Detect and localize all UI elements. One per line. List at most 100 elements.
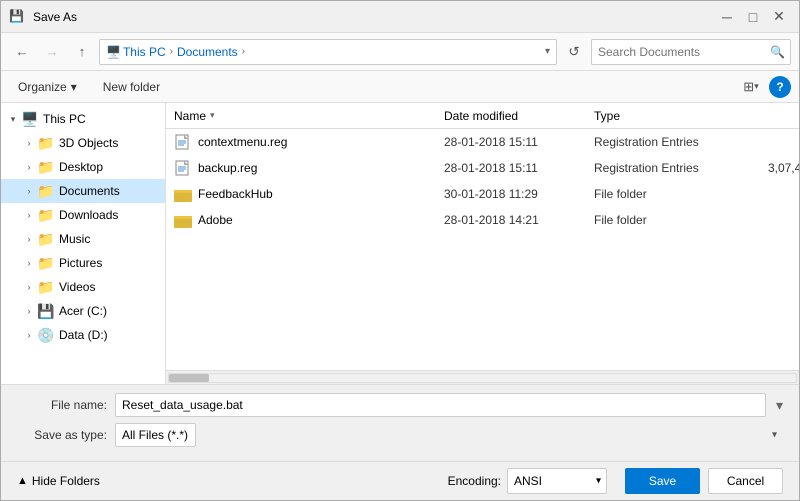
form-section: File name: ▾ Save as type: All Files (*.… — [1, 384, 799, 461]
help-button[interactable]: ? — [769, 76, 791, 98]
hide-folders-icon: ▲ — [17, 475, 28, 487]
col-header-size[interactable]: Size — [754, 109, 799, 123]
minimize-button[interactable]: ─ — [715, 7, 739, 27]
sidebar-label-pictures: Pictures — [59, 256, 102, 270]
encoding-select[interactable]: ANSI — [507, 468, 607, 494]
encoding-select-wrapper: ANSI ▾ — [507, 468, 607, 494]
organize-dropdown-icon: ▾ — [71, 80, 77, 94]
breadcrumb[interactable]: 🖥️ This PC › Documents › ▾ — [99, 39, 557, 65]
sidebar-item-documents[interactable]: › 📁 Documents — [1, 179, 165, 203]
sidebar-label-desktop: Desktop — [59, 160, 103, 174]
filename-input[interactable] — [115, 393, 766, 417]
file-icon — [174, 211, 192, 229]
toggle-this-pc: ▾ — [5, 111, 21, 127]
save-button[interactable]: Save — [625, 468, 700, 494]
file-type: Registration Entries — [594, 161, 754, 175]
sidebar: ▾ 🖥️ This PC › 📁 3D Objects › 📁 Desktop … — [1, 103, 166, 384]
search-icon: 🔍 — [770, 45, 785, 59]
filename-row: File name: ▾ — [17, 393, 783, 417]
hide-folders-button[interactable]: ▲ Hide Folders — [17, 474, 100, 488]
sidebar-item-downloads[interactable]: › 📁 Downloads — [1, 203, 165, 227]
hide-folders-label: Hide Folders — [32, 474, 100, 488]
back-button[interactable]: ← — [9, 39, 35, 65]
breadcrumb-dropdown-icon: ▾ — [545, 46, 550, 57]
col-header-name[interactable]: Name ▾ — [174, 109, 444, 123]
dialog-icon: 💾 — [9, 9, 25, 25]
file-name: Adobe — [198, 213, 233, 227]
file-name: FeedbackHub — [198, 187, 273, 201]
sidebar-item-desktop[interactable]: › 📁 Desktop — [1, 155, 165, 179]
sidebar-label-videos: Videos — [59, 280, 95, 294]
help-icon: ? — [776, 80, 783, 94]
sidebar-item-videos[interactable]: › 📁 Videos — [1, 275, 165, 299]
file-name-cell: backup.reg — [174, 159, 444, 177]
file-icon — [174, 159, 192, 177]
file-date: 28-01-2018 14:21 — [444, 213, 594, 227]
cancel-button[interactable]: Cancel — [708, 468, 783, 494]
savetype-row: Save as type: All Files (*.*) ▾ — [17, 423, 783, 447]
savetype-select[interactable]: All Files (*.*) — [115, 423, 196, 447]
toggle-acer-c: › — [21, 303, 37, 319]
refresh-button[interactable]: ↺ — [561, 39, 587, 65]
sidebar-label-documents: Documents — [59, 184, 120, 198]
sidebar-item-pictures[interactable]: › 📁 Pictures — [1, 251, 165, 275]
file-size: 3,07,432 KB — [754, 161, 799, 175]
table-row[interactable]: contextmenu.reg 28-01-2018 15:11 Registr… — [166, 129, 799, 155]
folder-videos-icon: 📁 — [37, 278, 55, 296]
file-icon — [174, 185, 192, 203]
col-header-type[interactable]: Type — [594, 109, 754, 123]
table-row[interactable]: backup.reg 28-01-2018 15:11 Registration… — [166, 155, 799, 181]
new-folder-button[interactable]: New folder — [94, 76, 169, 98]
file-date: 30-01-2018 11:29 — [444, 187, 594, 201]
new-folder-label: New folder — [103, 80, 160, 94]
drive-data-icon: 💿 — [37, 326, 55, 344]
toggle-pictures: › — [21, 255, 37, 271]
sidebar-label-music: Music — [59, 232, 90, 246]
toggle-downloads: › — [21, 207, 37, 223]
folder-3d-icon: 📁 — [37, 134, 55, 152]
save-as-dialog: 💾 Save As ─ □ ✕ ← → ↑ 🖥️ This PC › Docum… — [0, 0, 800, 501]
filename-label: File name: — [17, 398, 107, 412]
table-row[interactable]: Adobe 28-01-2018 14:21 File folder — [166, 207, 799, 233]
table-row[interactable]: FeedbackHub 30-01-2018 11:29 File folder — [166, 181, 799, 207]
folder-documents-icon: 📁 — [37, 182, 55, 200]
sidebar-item-3d-objects[interactable]: › 📁 3D Objects — [1, 131, 165, 155]
col-header-date[interactable]: Date modified — [444, 109, 594, 123]
horizontal-scrollbar[interactable] — [166, 370, 799, 384]
savetype-wrapper: All Files (*.*) ▾ — [115, 423, 783, 447]
drive-acer-icon: 💾 — [37, 302, 55, 320]
sidebar-item-music[interactable]: › 📁 Music — [1, 227, 165, 251]
file-date: 28-01-2018 15:11 — [444, 161, 594, 175]
maximize-button[interactable]: □ — [741, 7, 765, 27]
organize-button[interactable]: Organize ▾ — [9, 76, 86, 98]
forward-button[interactable]: → — [39, 39, 65, 65]
sidebar-label-this-pc: This PC — [43, 112, 86, 126]
view-icon: ⊞ — [743, 79, 754, 95]
sidebar-item-data-d[interactable]: › 💿 Data (D:) — [1, 323, 165, 347]
folder-music-icon: 📁 — [37, 230, 55, 248]
sidebar-label-acer-c: Acer (C:) — [59, 304, 107, 318]
file-icon — [174, 133, 192, 151]
file-size: 2 KB — [754, 135, 799, 149]
scrollbar-h-thumb — [169, 374, 209, 382]
column-headers: Name ▾ Date modified Type Size — [166, 103, 799, 129]
toolbar: Organize ▾ New folder ⊞ ▾ ? — [1, 71, 799, 103]
search-input[interactable] — [591, 39, 791, 65]
file-name: backup.reg — [198, 161, 257, 175]
toggle-3d-objects: › — [21, 135, 37, 151]
view-button[interactable]: ⊞ ▾ — [737, 75, 765, 99]
sidebar-item-this-pc[interactable]: ▾ 🖥️ This PC — [1, 107, 165, 131]
breadcrumb-this-pc[interactable]: 🖥️ This PC — [106, 45, 166, 59]
toggle-videos: › — [21, 279, 37, 295]
close-button[interactable]: ✕ — [767, 7, 791, 27]
up-button[interactable]: ↑ — [69, 39, 95, 65]
breadcrumb-documents[interactable]: Documents — [177, 45, 238, 59]
breadcrumb-sep-2: › — [242, 46, 245, 57]
toggle-documents: › — [21, 183, 37, 199]
sidebar-label-downloads: Downloads — [59, 208, 118, 222]
filename-dropdown-icon[interactable]: ▾ — [776, 397, 783, 414]
sidebar-item-acer-c[interactable]: › 💾 Acer (C:) — [1, 299, 165, 323]
toggle-music: › — [21, 231, 37, 247]
sidebar-label-data-d: Data (D:) — [59, 328, 108, 342]
file-name-cell: FeedbackHub — [174, 185, 444, 203]
